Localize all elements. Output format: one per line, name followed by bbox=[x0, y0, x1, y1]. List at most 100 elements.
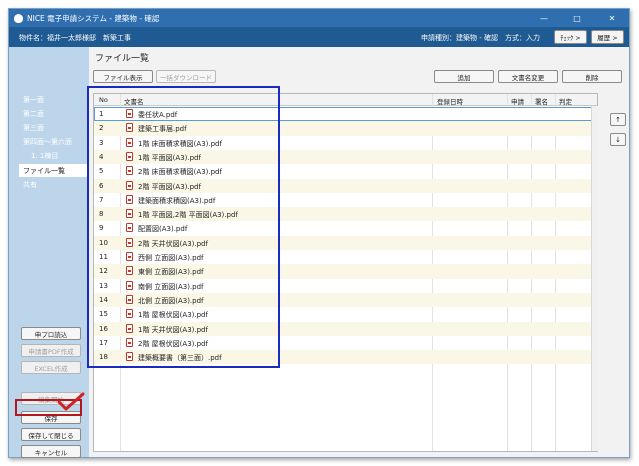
row-number: 6 bbox=[99, 181, 104, 190]
table-row[interactable]: 9 配置図(A3).pdf bbox=[94, 221, 597, 235]
table-row[interactable]: 6 2階 平面図(A3).pdf bbox=[94, 178, 597, 193]
pdf-file-icon bbox=[126, 323, 133, 333]
document-name: 2階 平面図(A3).pdf bbox=[138, 182, 201, 191]
row-number: 11 bbox=[99, 253, 108, 261]
close-icon[interactable]: ✕ bbox=[597, 9, 627, 27]
edit-start-button[interactable]: 編集開始 bbox=[21, 392, 81, 405]
property-name: 福井一太郎様邸 新築工事 bbox=[47, 34, 131, 42]
document-name: 1階 平面図(A3).pdf bbox=[138, 153, 201, 162]
property-label: 物件名： bbox=[19, 34, 47, 42]
table-row[interactable]: 4 1階 平面図(A3).pdf bbox=[94, 149, 597, 165]
table-row[interactable]: 14 北側 立面図(A3).pdf bbox=[94, 292, 597, 308]
property-info-bar: 物件名：福井一太郎様邸 新築工事 申請種別：建築物 - 確認 方式：入力 ﾁｪｯ… bbox=[9, 27, 629, 47]
add-button[interactable]: 追加 bbox=[434, 70, 494, 83]
table-row[interactable]: 3 1階 床面積求積図(A3).pdf bbox=[94, 136, 597, 150]
table-row[interactable]: 2 建築工事届.pdf bbox=[94, 121, 597, 136]
document-name: 2階 天井伏図(A3).pdf bbox=[138, 239, 208, 248]
document-name: 1階 平面図,2階 平面図(A3).pdf bbox=[138, 211, 238, 220]
row-number: 16 bbox=[99, 324, 108, 333]
pdf-file-icon bbox=[126, 352, 133, 362]
document-name: 1階 床面積求積図(A3).pdf bbox=[138, 139, 222, 148]
table-scrollbar[interactable] bbox=[591, 106, 598, 451]
move-up-button[interactable]: ↑ bbox=[610, 113, 626, 126]
file-table: No 文書名 登録日時 申請 署名 判定 1 委任状A.pdf 2 建築工事届.pdf… bbox=[93, 93, 598, 452]
table-row[interactable]: 16 1階 天井伏図(A3).pdf bbox=[94, 321, 597, 336]
document-name: 1階 屋根伏図(A3).pdf bbox=[138, 311, 208, 320]
table-row[interactable]: 11 西側 立面図(A3).pdf bbox=[94, 250, 597, 264]
document-name: 建築面積求積図(A3).pdf bbox=[138, 196, 216, 205]
sidebar-item-share[interactable]: 共有 bbox=[23, 180, 37, 190]
document-name: 1階 天井伏図(A3).pdf bbox=[138, 325, 208, 334]
maximize-icon[interactable]: □ bbox=[562, 9, 592, 27]
delete-button[interactable]: 削除 bbox=[562, 70, 622, 83]
column-judgement[interactable]: 判定 bbox=[559, 96, 572, 106]
document-name: 南側 立面図(A3).pdf bbox=[138, 282, 204, 291]
move-down-button[interactable]: ↓ bbox=[610, 133, 626, 146]
row-number: 18 bbox=[99, 353, 108, 362]
sidebar-item-page4-6[interactable]: 第四面～第六面 bbox=[23, 137, 72, 147]
table-row[interactable]: 12 東側 立面図(A3).pdf bbox=[94, 264, 597, 279]
column-application[interactable]: 申請 bbox=[511, 96, 524, 106]
sidebar-item-page1[interactable]: 第一面 bbox=[23, 95, 44, 105]
table-row[interactable]: 15 1階 屋根伏図(A3).pdf bbox=[94, 307, 597, 321]
rename-button[interactable]: 文書名変更 bbox=[498, 70, 558, 83]
save-button[interactable]: 保存 bbox=[21, 411, 81, 424]
table-row[interactable]: 8 1階 平面図,2階 平面図(A3).pdf bbox=[94, 207, 597, 222]
table-row[interactable]: 1 委任状A.pdf bbox=[94, 107, 597, 122]
window-title: NICE 電子申請システム - 建築物 - 確認 bbox=[27, 13, 160, 23]
application-type: 申請種別：建築物 - 確認 方式：入力 bbox=[421, 34, 540, 42]
create-pdf-button[interactable]: 申請書PDF作成 bbox=[21, 344, 81, 357]
pdf-file-icon bbox=[126, 137, 133, 147]
pdf-file-icon bbox=[126, 237, 133, 247]
save-and-close-button[interactable]: 保存して閉じる bbox=[21, 428, 81, 441]
table-row[interactable]: 17 2階 屋根伏図(A3).pdf bbox=[94, 336, 597, 350]
table-row[interactable]: 5 2階 床面積求積図(A3).pdf bbox=[94, 164, 597, 178]
document-name: 東側 立面図(A3).pdf bbox=[138, 268, 204, 277]
bulk-download-button[interactable]: 一括ダウンロード bbox=[156, 70, 216, 83]
sidebar-item-file-list[interactable]: ファイル一覧 bbox=[19, 164, 87, 177]
sidebar: 第一面 第二面 第三面 第四面～第六面 1. 1棟目 ファイル一覧 共有 申プロ… bbox=[9, 47, 89, 458]
row-number: 12 bbox=[99, 267, 108, 276]
row-number: 13 bbox=[99, 281, 108, 290]
pdf-file-icon bbox=[126, 123, 133, 133]
table-header: No 文書名 登録日時 申請 署名 判定 bbox=[94, 94, 597, 106]
load-button[interactable]: 申プロ読込 bbox=[21, 327, 81, 340]
check-button[interactable]: ﾁｪｯｸ > bbox=[554, 30, 587, 44]
create-excel-button[interactable]: EXCEL作成 bbox=[21, 361, 81, 374]
document-name: 西側 立面図(A3).pdf bbox=[138, 254, 204, 262]
row-number: 9 bbox=[99, 224, 104, 233]
pdf-file-icon bbox=[126, 223, 133, 233]
table-row[interactable]: 13 南側 立面図(A3).pdf bbox=[94, 279, 597, 293]
cancel-button[interactable]: キャンセル bbox=[21, 445, 81, 458]
document-name: 委任状A.pdf bbox=[138, 111, 178, 119]
column-registered-at[interactable]: 登録日時 bbox=[437, 96, 463, 106]
pdf-file-icon bbox=[126, 209, 133, 219]
sidebar-item-building1[interactable]: 1. 1棟目 bbox=[31, 151, 58, 161]
column-document-name[interactable]: 文書名 bbox=[124, 96, 144, 106]
pdf-file-icon bbox=[126, 337, 133, 347]
sidebar-item-page2[interactable]: 第二面 bbox=[23, 109, 44, 119]
document-name: 建築工事届.pdf bbox=[138, 125, 187, 134]
minimize-icon[interactable]: — bbox=[529, 9, 559, 27]
column-signature[interactable]: 署名 bbox=[535, 96, 548, 106]
table-row[interactable]: 7 建築面積求積図(A3).pdf bbox=[94, 193, 597, 207]
show-file-button[interactable]: ファイル表示 bbox=[93, 70, 153, 83]
sidebar-item-page3[interactable]: 第三面 bbox=[23, 123, 44, 133]
row-number: 2 bbox=[99, 124, 104, 133]
pdf-file-icon bbox=[126, 294, 133, 304]
document-name: 2階 屋根伏図(A3).pdf bbox=[138, 339, 208, 348]
app-logo-icon bbox=[14, 13, 23, 23]
row-number: 7 bbox=[99, 195, 104, 204]
document-name: 北側 立面図(A3).pdf bbox=[138, 296, 204, 305]
table-row[interactable]: 10 2階 天井伏図(A3).pdf bbox=[94, 235, 597, 250]
title-bar: NICE 電子申請システム - 建築物 - 確認 — □ ✕ bbox=[9, 9, 629, 27]
pdf-file-icon bbox=[126, 166, 133, 176]
row-number: 4 bbox=[99, 152, 104, 161]
main-panel: ファイル一覧 ファイル表示 一括ダウンロード 追加 文書名変更 削除 No 文書… bbox=[89, 47, 629, 457]
table-row[interactable]: 18 建築概要書（第三面）.pdf bbox=[94, 350, 597, 365]
pdf-file-icon bbox=[126, 180, 133, 190]
column-no[interactable]: No bbox=[99, 96, 108, 104]
pdf-file-icon bbox=[126, 252, 133, 261]
history-button[interactable]: 履歴 > bbox=[591, 30, 624, 44]
pdf-file-icon bbox=[126, 151, 133, 161]
